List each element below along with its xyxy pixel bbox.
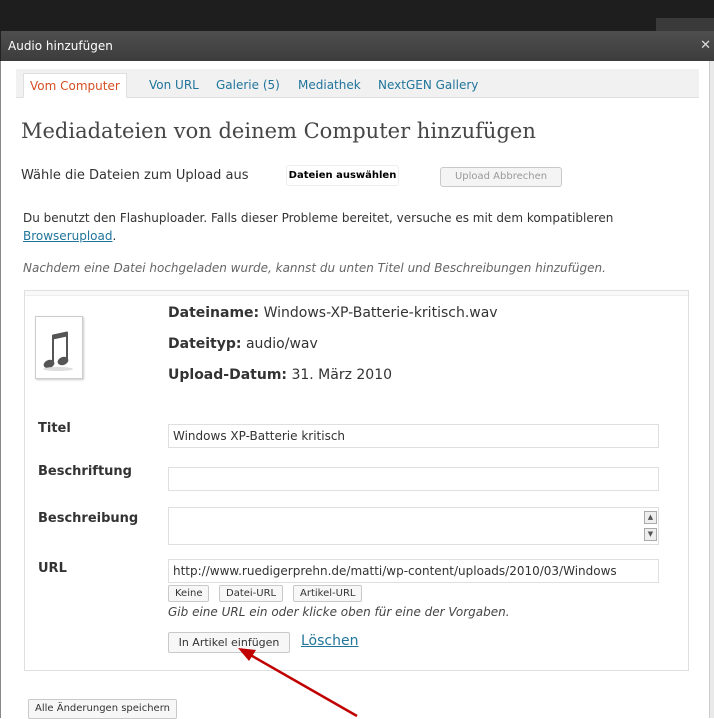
dialog-titlebar: Audio hinzufügen ✕ (0, 31, 714, 61)
cancel-upload-button[interactable]: Upload Abbrechen (440, 167, 562, 187)
media-item: Dateiname: Windows-XP-Batterie-kritisch.… (24, 290, 689, 671)
file-url-button[interactable]: Datei-URL (219, 585, 284, 602)
caption-label: Beschriftung (38, 464, 132, 479)
title-input[interactable]: Windows XP-Batterie kritisch (168, 424, 659, 448)
choose-files-label: Wähle die Dateien zum Upload aus (21, 168, 249, 183)
media-tabs: Vom Computer Von URL Galerie (5) Mediath… (16, 69, 699, 98)
file-type-value: audio/wav (245, 336, 318, 352)
dialog-title: Audio hinzufügen (8, 39, 113, 53)
title-label: Titel (38, 421, 71, 436)
file-name-value: Windows-XP-Batterie-kritisch.wav (263, 305, 498, 321)
file-name-label: Dateiname: (168, 305, 260, 321)
description-textarea[interactable]: ▲ ▼ (168, 507, 659, 545)
media-item-header (25, 291, 688, 296)
tab-media-library[interactable]: Mediathek (292, 73, 367, 98)
scroll-up-icon[interactable]: ▲ (644, 511, 657, 524)
select-files-button[interactable]: Dateien auswählen (286, 165, 399, 186)
flash-note-suffix: . (112, 229, 117, 243)
tab-from-computer[interactable]: Vom Computer (23, 73, 127, 98)
save-all-changes-button[interactable]: Alle Änderungen speichern (28, 699, 177, 719)
caption-input[interactable] (168, 467, 659, 491)
flash-uploader-note: Du benutzt den Flashuploader. Falls dies… (23, 209, 703, 245)
description-label: Beschreibung (38, 511, 139, 526)
tab-from-url[interactable]: Von URL (143, 73, 205, 98)
file-name: Dateiname: Windows-XP-Batterie-kritisch.… (168, 305, 498, 321)
browser-uploader-link[interactable]: Browserupload (23, 229, 113, 243)
tab-nextgen-gallery[interactable]: NextGEN Gallery (372, 73, 484, 98)
window-scroll-gutter (710, 61, 714, 718)
upload-date-label: Upload-Datum: (168, 367, 287, 383)
file-type-label: Dateityp: (168, 336, 242, 352)
url-help-text: Gib eine URL ein oder klicke oben für ei… (168, 605, 510, 619)
url-label: URL (38, 561, 67, 576)
url-input[interactable]: http://www.ruedigerprehn.de/matti/wp-con… (168, 559, 659, 583)
scroll-down-icon[interactable]: ▼ (644, 528, 657, 541)
upload-date: Upload-Datum: 31. März 2010 (168, 367, 392, 383)
url-none-button[interactable]: Keine (168, 585, 210, 602)
flash-note-text: Du benutzt den Flashuploader. Falls dies… (23, 211, 614, 225)
file-type: Dateityp: audio/wav (168, 336, 318, 352)
upload-date-value: 31. März 2010 (291, 367, 393, 383)
post-url-button[interactable]: Artikel-URL (293, 585, 363, 602)
audio-file-icon (35, 316, 83, 379)
page-title: Mediadateien von deinem Computer hinzufü… (21, 119, 536, 143)
close-icon[interactable]: ✕ (700, 31, 711, 61)
media-upload-dialog: Vom Computer Von URL Galerie (5) Mediath… (0, 61, 710, 719)
backdrop-overlay (656, 18, 714, 31)
after-upload-hint: Nachdem eine Datei hochgeladen wurde, ka… (23, 261, 606, 275)
tab-gallery[interactable]: Galerie (5) (210, 73, 286, 98)
delete-link[interactable]: Löschen (301, 633, 358, 649)
page-backdrop (0, 0, 714, 31)
insert-into-post-button[interactable]: In Artikel einfügen (168, 632, 290, 653)
